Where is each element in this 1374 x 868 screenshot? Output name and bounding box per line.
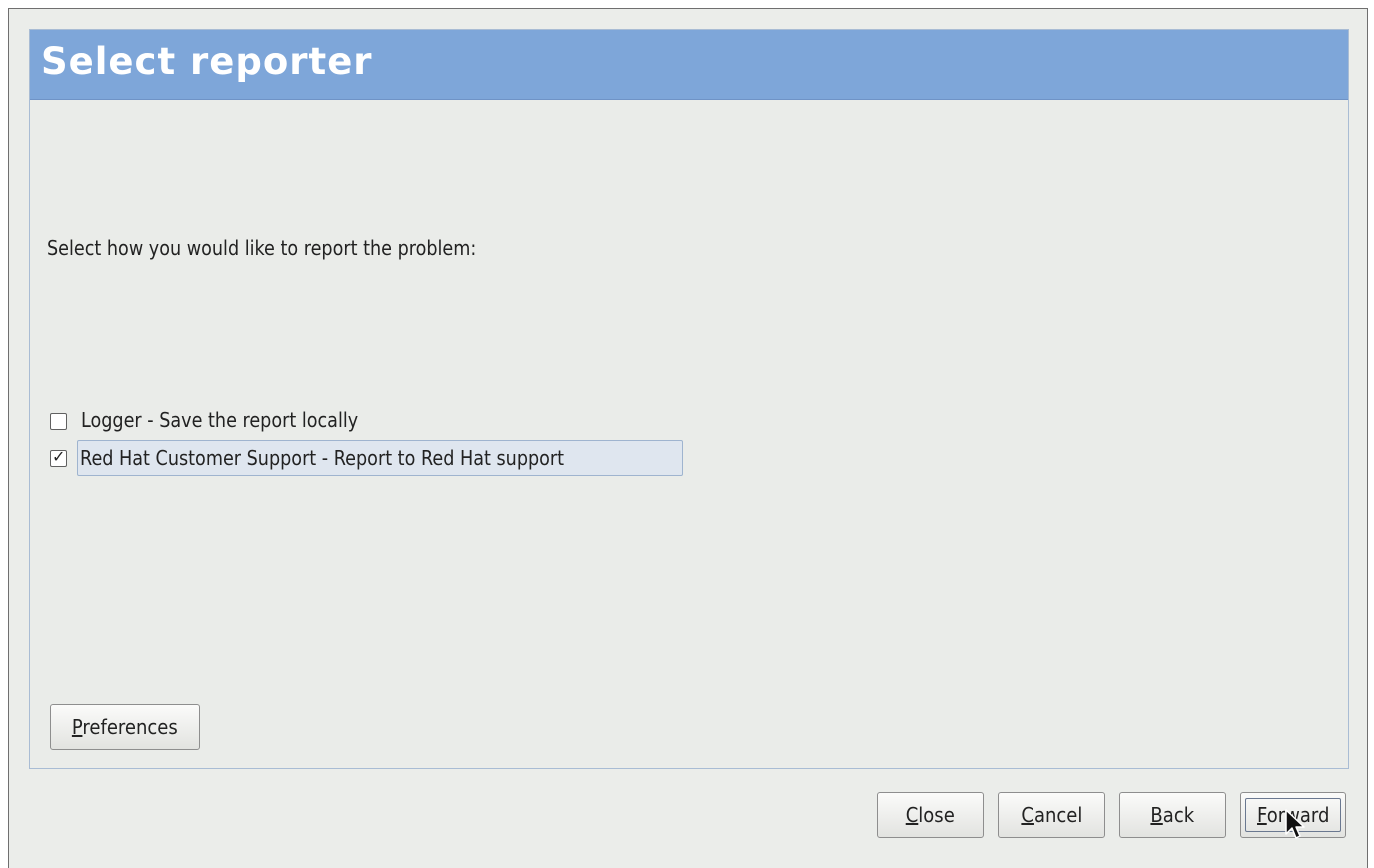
- checkmark-icon: ✓: [52, 446, 66, 466]
- report-wizard-window: Select reporter Select how you would lik…: [8, 8, 1368, 868]
- redhat-support-checkbox[interactable]: ✓: [50, 446, 67, 467]
- wizard-page: Select reporter Select how you would lik…: [29, 29, 1349, 769]
- cancel-button[interactable]: Cancel: [998, 792, 1105, 838]
- instruction-text: Select how you would like to report the …: [47, 236, 477, 260]
- preferences-button[interactable]: Preferences: [50, 704, 200, 750]
- reporter-option-logger[interactable]: Logger - Save the report locally: [50, 403, 398, 439]
- close-button[interactable]: Close: [877, 792, 984, 838]
- redhat-support-option-label[interactable]: Red Hat Customer Support - Report to Red…: [77, 440, 683, 476]
- back-button[interactable]: Back: [1119, 792, 1226, 838]
- logger-checkbox[interactable]: [50, 412, 67, 430]
- page-title: Select reporter: [41, 40, 373, 83]
- mouse-pointer-icon: [1285, 809, 1305, 839]
- page-header: Select reporter: [30, 30, 1348, 100]
- reporter-option-redhat-support[interactable]: ✓ Red Hat Customer Support - Report to R…: [50, 440, 683, 476]
- logger-option-label[interactable]: Logger - Save the report locally: [79, 403, 398, 439]
